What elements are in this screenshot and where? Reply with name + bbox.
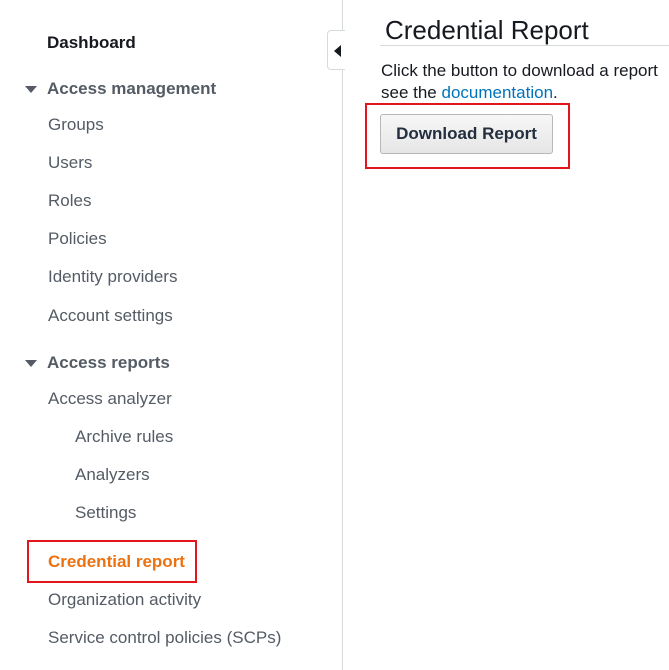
collapse-sidebar-button[interactable] xyxy=(327,30,345,70)
sidebar-item-access-analyzer[interactable]: Access analyzer xyxy=(48,389,172,409)
download-report-button[interactable]: Download Report xyxy=(380,114,553,154)
caret-down-icon[interactable] xyxy=(25,360,37,367)
section-access-reports[interactable]: Access reports xyxy=(47,353,170,373)
sidebar-item-policies[interactable]: Policies xyxy=(48,229,107,249)
sidebar-item-dashboard[interactable]: Dashboard xyxy=(47,33,136,53)
sidebar-item-settings[interactable]: Settings xyxy=(75,503,136,523)
sidebar-item-analyzers[interactable]: Analyzers xyxy=(75,465,150,485)
description-see-text: see the xyxy=(381,83,437,102)
title-divider xyxy=(380,45,669,46)
description-line-1: Click the button to download a report xyxy=(381,61,658,80)
sidebar-item-archive-rules[interactable]: Archive rules xyxy=(75,427,173,447)
sidebar-item-account-settings[interactable]: Account settings xyxy=(48,306,173,326)
section-access-management[interactable]: Access management xyxy=(47,79,216,99)
description-line-2: see the documentation. xyxy=(381,83,558,103)
chevron-left-icon xyxy=(334,45,341,57)
sidebar-item-identity-providers[interactable]: Identity providers xyxy=(48,267,177,287)
documentation-link[interactable]: documentation xyxy=(442,83,554,102)
sidebar-item-scps[interactable]: Service control policies (SCPs) xyxy=(48,628,281,648)
sidebar-nav: Dashboard Access management Groups Users… xyxy=(0,0,343,670)
description-period: . xyxy=(553,83,558,102)
caret-down-icon[interactable] xyxy=(25,86,37,93)
sidebar-item-credential-report[interactable]: Credential report xyxy=(48,552,185,572)
sidebar-item-roles[interactable]: Roles xyxy=(48,191,91,211)
sidebar-item-groups[interactable]: Groups xyxy=(48,115,104,135)
page-title: Credential Report xyxy=(385,15,589,45)
sidebar-item-organization-activity[interactable]: Organization activity xyxy=(48,590,201,610)
sidebar-item-users[interactable]: Users xyxy=(48,153,92,173)
